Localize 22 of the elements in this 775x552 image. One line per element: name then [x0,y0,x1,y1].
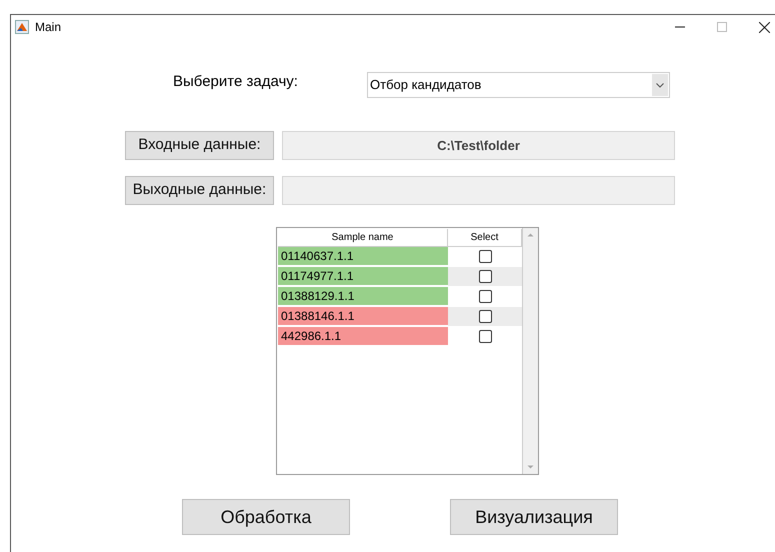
output-data-button[interactable]: Выходные данные: [125,176,274,205]
sample-name-cell: 442986.1.1 [278,327,448,346]
sample-name-cell: 01174977.1.1 [278,267,448,286]
select-checkbox[interactable] [478,310,492,323]
input-path-field: C:\Test\folder [282,131,675,160]
task-label: Выберите задачу: [173,72,299,92]
action-button[interactable]: Обработка [182,499,350,535]
sample-name-cell: 01388146.1.1 [278,307,448,326]
select-checkbox[interactable] [478,290,492,303]
task-dropdown[interactable]: Отбор кандидатов [367,72,670,98]
window-title: Main [35,19,62,36]
action-button[interactable]: Визуализация [450,499,618,535]
column-header: Sample name [278,229,448,246]
select-checkbox[interactable] [478,270,492,283]
select-checkbox[interactable] [478,330,492,343]
sample-name-cell: 01140637.1.1 [278,247,448,266]
close-icon[interactable] [759,22,770,32]
sample-name-cell: 01388129.1.1 [278,287,448,306]
app-icon [15,20,29,34]
select-checkbox[interactable] [478,250,492,263]
input-data-button[interactable]: Входные данные: [125,131,274,160]
chevron-down-icon [656,82,664,88]
